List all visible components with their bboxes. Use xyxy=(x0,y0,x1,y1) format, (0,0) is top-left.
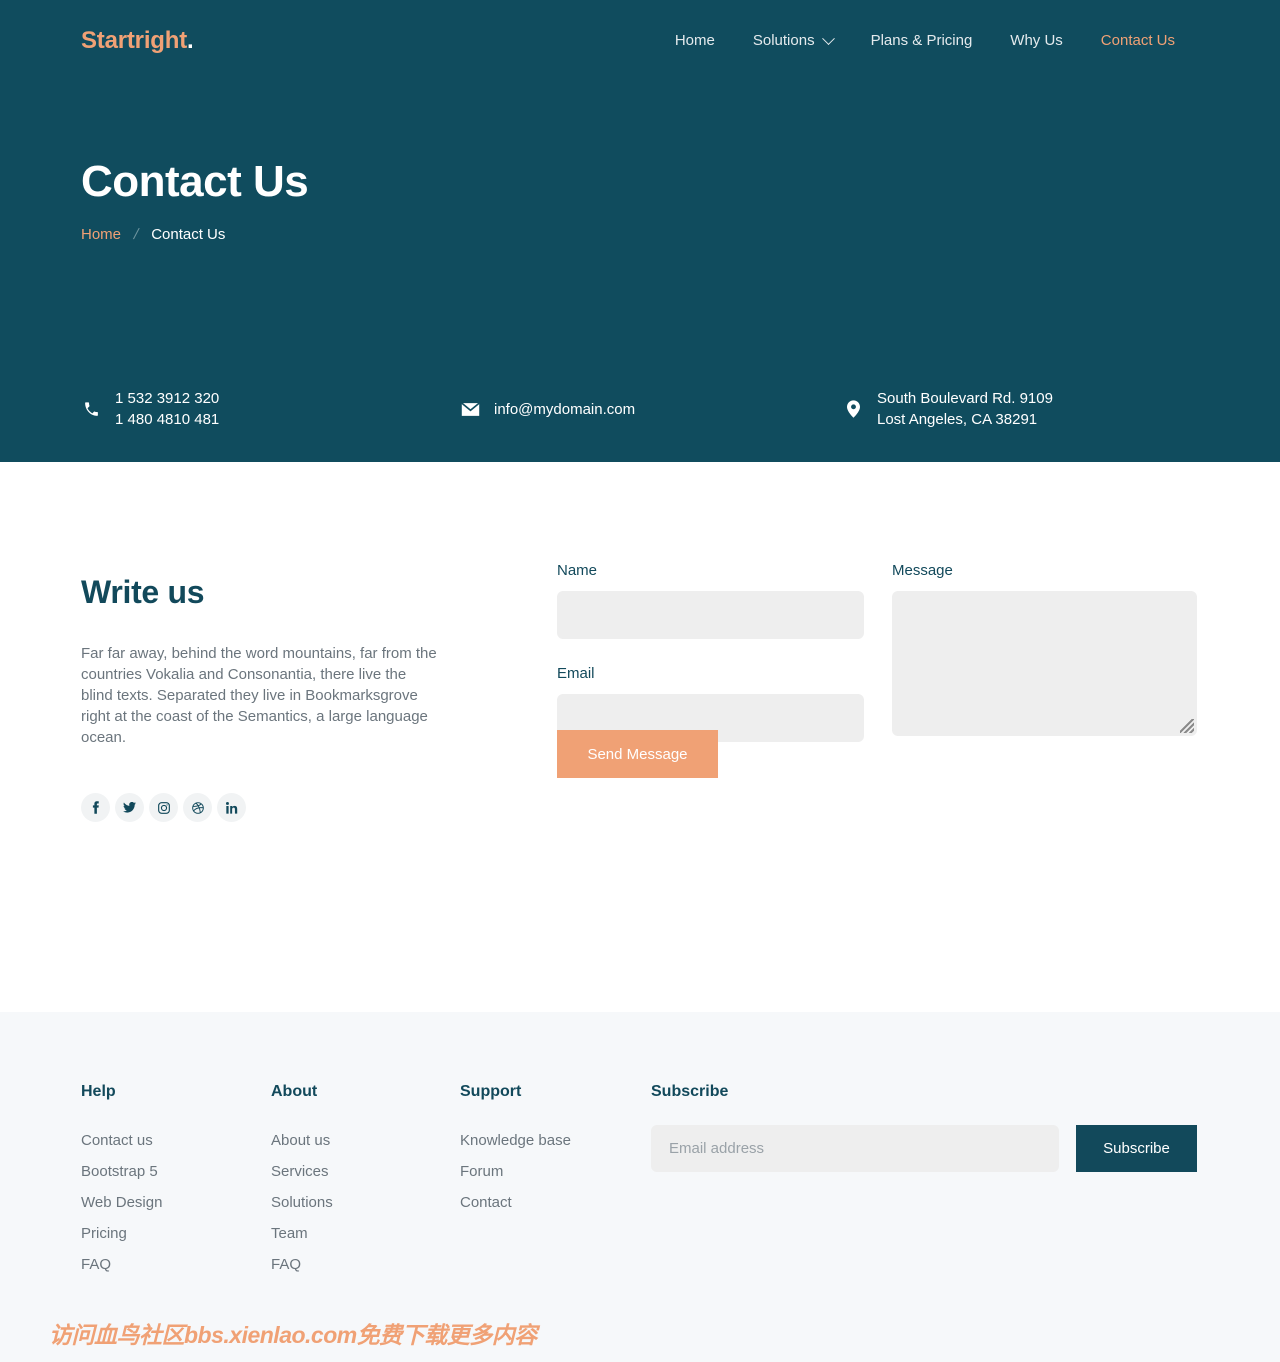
nav-label: Contact Us xyxy=(1100,32,1175,49)
brand-logo[interactable]: Startright. xyxy=(81,27,194,55)
nav-item-plans-pricing[interactable]: Plans & Pricing xyxy=(852,29,992,53)
email-label: Email xyxy=(557,665,595,682)
nav-item-why-us[interactable]: Why Us xyxy=(991,29,1082,53)
nav-item-contact-us[interactable]: Contact Us xyxy=(1082,29,1194,53)
subscribe-button[interactable]: Subscribe xyxy=(1076,1125,1197,1172)
nav-label: Plans & Pricing xyxy=(870,32,973,49)
footer-column-about: About About us Services Solutions Team F… xyxy=(271,1083,333,1280)
footer-link[interactable]: Services xyxy=(271,1156,333,1187)
message-wrapper xyxy=(892,591,1197,736)
dribbble-icon[interactable] xyxy=(183,793,212,822)
brand-name: Startright xyxy=(81,27,188,54)
send-message-button[interactable]: Send Message xyxy=(557,730,718,778)
name-label: Name xyxy=(557,562,598,579)
subscribe-email-input[interactable] xyxy=(651,1125,1059,1172)
navbar: Startright. Home Solutions Plans & Prici… xyxy=(0,0,1280,82)
linkedin-icon[interactable] xyxy=(217,793,246,822)
breadcrumb-home-link[interactable]: Home xyxy=(81,226,121,243)
chevron-down-icon xyxy=(821,31,835,45)
address-line-2: Lost Angeles, CA 38291 xyxy=(877,411,1038,428)
contact-address[interactable]: South Boulevard Rd. 9109 Lost Angeles, C… xyxy=(843,388,1053,430)
page-title: Contact Us xyxy=(81,157,309,206)
footer-heading: Help xyxy=(81,1083,116,1100)
contact-phone[interactable]: 1 532 3912 320 1 480 4810 481 xyxy=(81,388,219,430)
nav-label: Why Us xyxy=(1010,32,1063,49)
phone-line-1: 1 532 3912 320 xyxy=(115,390,220,407)
footer-column-help: Help Contact us Bootstrap 5 Web Design P… xyxy=(81,1083,162,1280)
footer-link[interactable]: Bootstrap 5 xyxy=(81,1156,162,1187)
footer-heading: Support xyxy=(460,1083,522,1100)
contact-email-text: info@mydomain.com xyxy=(494,401,636,418)
contact-phone-text: 1 532 3912 320 1 480 4810 481 xyxy=(115,388,219,430)
footer-link[interactable]: Contact xyxy=(460,1187,571,1218)
facebook-icon[interactable] xyxy=(81,793,110,822)
envelope-icon xyxy=(460,402,480,417)
footer-link[interactable]: FAQ xyxy=(271,1249,333,1280)
hero-section: Startright. Home Solutions Plans & Prici… xyxy=(0,0,1280,462)
footer-link[interactable]: Pricing xyxy=(81,1218,162,1249)
brand-dot: . xyxy=(187,27,194,54)
name-input[interactable] xyxy=(557,591,864,639)
footer-link[interactable]: Web Design xyxy=(81,1187,162,1218)
breadcrumb-separator: / xyxy=(131,226,141,243)
watermark-text: 访问血鸟社区bbs.xienlao.com免费下载更多内容 xyxy=(49,1322,537,1348)
write-us-description: Far far away, behind the word mountains,… xyxy=(81,645,437,746)
footer-link[interactable]: Contact us xyxy=(81,1125,162,1156)
footer-link[interactable]: FAQ xyxy=(81,1249,162,1280)
footer-column-support: Support Knowledge base Forum Contact xyxy=(460,1083,571,1218)
message-label: Message xyxy=(892,562,953,579)
twitter-icon[interactable] xyxy=(115,793,144,822)
footer: Help Contact us Bootstrap 5 Web Design P… xyxy=(0,1012,1280,1362)
breadcrumb: Home / Contact Us xyxy=(81,226,225,243)
form-right-column: Message xyxy=(892,562,1197,736)
footer-link[interactable]: About us xyxy=(271,1125,333,1156)
write-us-section: Write us Far far away, behind the word m… xyxy=(0,462,1280,1012)
footer-link[interactable]: Team xyxy=(271,1218,333,1249)
message-textarea[interactable] xyxy=(892,591,1197,736)
address-line-1: South Boulevard Rd. 9109 xyxy=(877,390,1053,407)
footer-link[interactable]: Knowledge base xyxy=(460,1125,571,1156)
footer-subscribe: Subscribe Subscribe xyxy=(651,1083,1199,1172)
main-nav: Home Solutions Plans & Pricing Why Us Co… xyxy=(656,29,1194,53)
nav-label: Home xyxy=(674,32,715,49)
footer-heading: About xyxy=(271,1083,318,1100)
footer-link[interactable]: Forum xyxy=(460,1156,571,1187)
form-left-column: Name Email Send Message xyxy=(557,562,864,778)
nav-label: Solutions xyxy=(752,32,815,49)
contact-address-text: South Boulevard Rd. 9109 Lost Angeles, C… xyxy=(877,388,1053,430)
phone-line-2: 1 480 4810 481 xyxy=(115,411,220,428)
phone-icon xyxy=(81,401,101,418)
subscribe-heading: Subscribe xyxy=(651,1083,729,1100)
nav-item-solutions[interactable]: Solutions xyxy=(734,29,852,53)
subscribe-row: Subscribe xyxy=(651,1125,1199,1172)
write-us-column: Write us Far far away, behind the word m… xyxy=(81,574,461,822)
footer-link[interactable]: Solutions xyxy=(271,1187,333,1218)
nav-item-home[interactable]: Home xyxy=(656,29,734,53)
social-links xyxy=(81,793,461,822)
breadcrumb-current: Contact Us xyxy=(151,226,226,243)
location-pin-icon xyxy=(843,400,863,418)
write-us-title: Write us xyxy=(81,574,205,610)
contact-info-strip: 1 532 3912 320 1 480 4810 481 info@mydom… xyxy=(0,380,1280,442)
instagram-icon[interactable] xyxy=(149,793,178,822)
contact-email[interactable]: info@mydomain.com xyxy=(460,399,635,420)
